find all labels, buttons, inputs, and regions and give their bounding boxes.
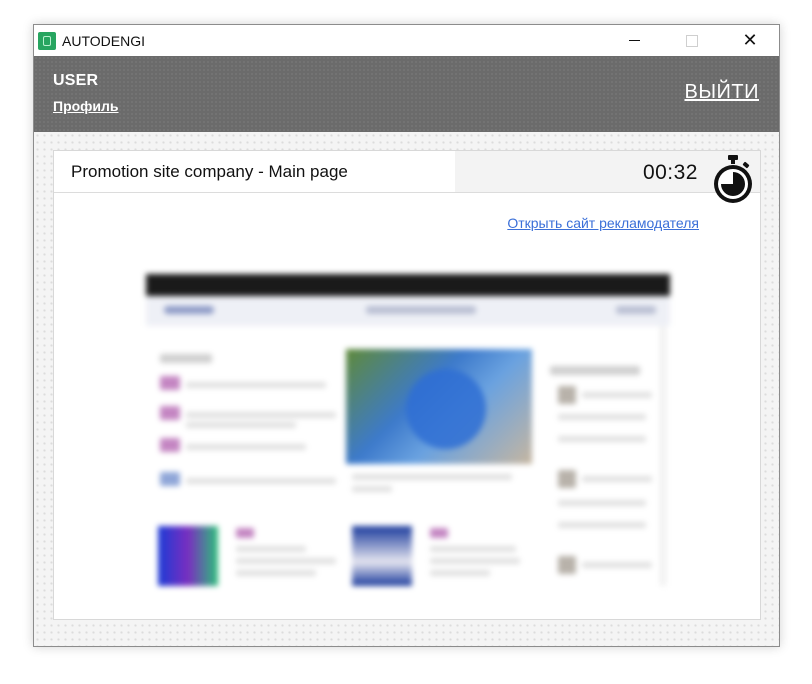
close-button[interactable]: ✕ (721, 25, 779, 56)
task-title: Promotion site company - Main page (71, 162, 348, 181)
logout-link[interactable]: ВЫЙТИ (684, 81, 759, 104)
preview-nav-actions (616, 306, 656, 314)
timer-value: 00:32 (642, 161, 698, 184)
preview-line (582, 476, 652, 482)
app-window: AUTODENGI ✕ USER Профиль ВЫЙТИ Promotion… (33, 24, 780, 647)
preview-line (430, 546, 516, 552)
preview-line (582, 392, 652, 398)
user-header: USER Профиль ВЫЙТИ (34, 56, 779, 132)
task-card: Promotion site company - Main page 00:32… (53, 150, 761, 620)
website-preview (146, 274, 670, 594)
preview-nav-menu (366, 306, 476, 314)
preview-line (186, 478, 336, 484)
minimize-button[interactable] (605, 25, 663, 56)
preview-thumb (236, 528, 254, 538)
preview-nav (146, 296, 670, 326)
preview-avatar (558, 386, 576, 404)
content-area: Promotion site company - Main page 00:32… (34, 132, 779, 646)
preview-line (430, 558, 520, 564)
preview-line (558, 436, 646, 442)
preview-thumb (160, 438, 180, 452)
close-icon: ✕ (742, 29, 758, 51)
preview-heading (550, 366, 640, 375)
preview-line (352, 486, 392, 492)
preview-line (558, 522, 646, 528)
preview-line (236, 546, 306, 552)
preview-line (558, 414, 646, 420)
maximize-icon (686, 34, 698, 47)
preview-heading (160, 354, 212, 363)
preview-line (186, 444, 306, 450)
preview-line (236, 558, 336, 564)
preview-line (236, 570, 316, 576)
window-title: AUTODENGI (62, 32, 145, 49)
maximize-button[interactable] (663, 25, 721, 56)
window-controls: ✕ (605, 25, 779, 56)
profile-link[interactable]: Профиль (53, 98, 119, 114)
app-logo-icon (38, 31, 56, 50)
preview-thumb (430, 528, 448, 538)
preview-thumb (160, 376, 180, 390)
preview-avatar (558, 556, 576, 574)
preview-nav-logo (164, 306, 214, 314)
preview-thumb (160, 406, 180, 420)
preview-hero-image (346, 349, 532, 464)
task-header: Promotion site company - Main page 00:32 (54, 151, 760, 203)
user-name: USER (53, 72, 99, 89)
minimize-icon (628, 40, 640, 41)
preview-image (158, 526, 218, 586)
preview-image (352, 526, 412, 586)
stopwatch-icon (714, 155, 752, 203)
preview-line (582, 562, 652, 568)
preview-line (186, 422, 296, 428)
preview-line (430, 570, 490, 576)
preview-scrollbar (660, 326, 666, 586)
preview-line (558, 500, 646, 506)
preview-avatar (558, 470, 576, 488)
title-bar[interactable]: AUTODENGI ✕ (34, 25, 779, 56)
preview-line (186, 412, 336, 418)
preview-line (352, 474, 512, 480)
open-advertiser-site-link[interactable]: Открыть сайт рекламодателя (507, 215, 699, 231)
preview-thumb (160, 472, 180, 486)
preview-line (186, 382, 326, 388)
preview-topbar (146, 274, 670, 296)
